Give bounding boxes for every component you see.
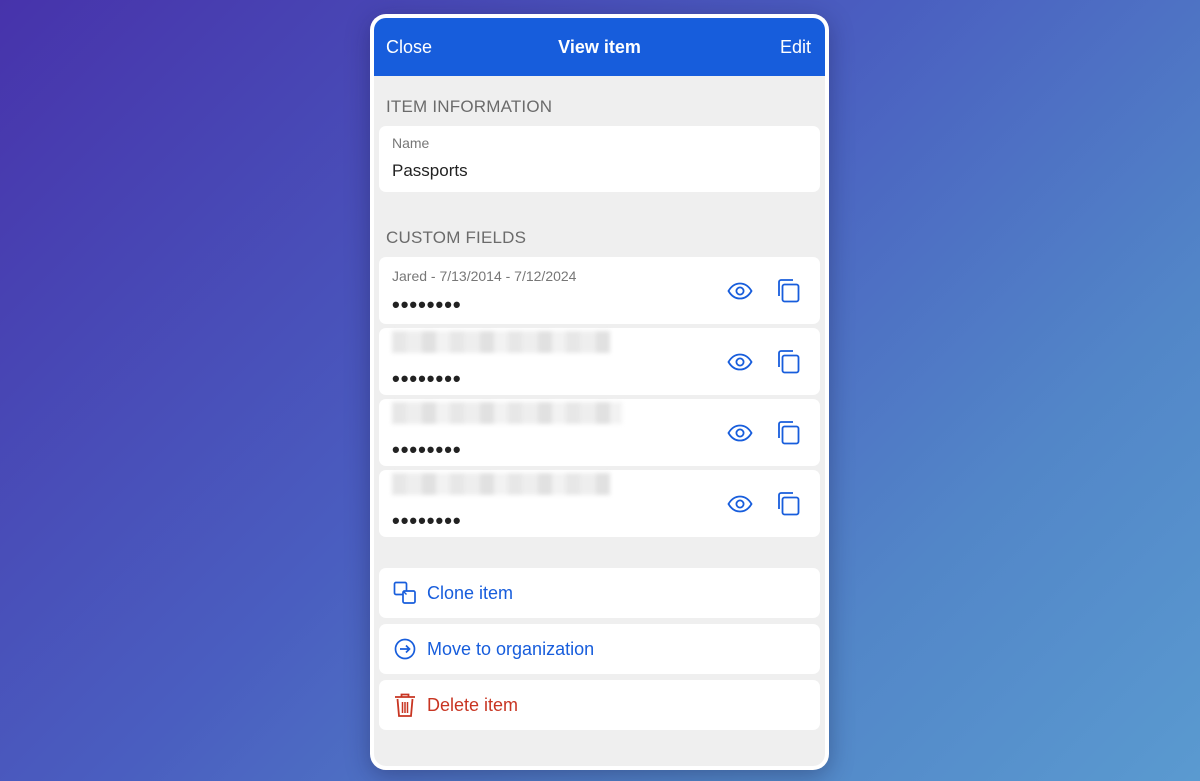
close-button[interactable]: Close bbox=[386, 37, 432, 58]
item-information-heading: ITEM INFORMATION bbox=[386, 97, 553, 116]
copy-icon[interactable] bbox=[775, 349, 801, 375]
edit-button[interactable]: Edit bbox=[780, 37, 811, 58]
delete-item-button[interactable]: Delete item bbox=[379, 680, 820, 730]
redacted-field-label bbox=[392, 331, 610, 353]
eye-icon[interactable] bbox=[727, 495, 753, 513]
clone-item-label: Clone item bbox=[427, 582, 514, 603]
custom-field-hidden-value: •••••••• bbox=[392, 437, 462, 462]
phone-frame: Close View item Edit ITEM INFORMATION Na… bbox=[370, 14, 829, 770]
delete-item-label: Delete item bbox=[427, 694, 519, 715]
redacted-field-label bbox=[392, 402, 622, 424]
view-item-screen: Close View item Edit ITEM INFORMATION Na… bbox=[374, 18, 825, 766]
custom-field-hidden-value: •••••••• bbox=[392, 366, 462, 391]
arrow-circle-right-icon bbox=[393, 637, 417, 661]
custom-field-row: Jared - 7/13/2014 - 7/12/2024 •••••••• bbox=[379, 257, 820, 324]
redacted-field-label bbox=[392, 473, 610, 495]
clone-item-button[interactable]: Clone item bbox=[379, 568, 820, 618]
custom-fields-heading: CUSTOM FIELDS bbox=[386, 228, 527, 247]
eye-icon[interactable] bbox=[727, 282, 753, 300]
name-field-label: Name bbox=[392, 135, 430, 151]
custom-field-row: •••••••• bbox=[379, 328, 820, 395]
move-to-organization-button[interactable]: Move to organization bbox=[379, 624, 820, 674]
custom-field-row: •••••••• bbox=[379, 470, 820, 537]
eye-icon[interactable] bbox=[727, 424, 753, 442]
custom-field-hidden-value: •••••••• bbox=[392, 291, 462, 317]
custom-field-row: •••••••• bbox=[379, 399, 820, 466]
copy-icon[interactable] bbox=[775, 278, 801, 304]
page-title: View item bbox=[558, 36, 641, 57]
clone-icon bbox=[393, 581, 417, 605]
trash-icon bbox=[393, 692, 417, 718]
eye-icon[interactable] bbox=[727, 353, 753, 371]
custom-field-hidden-value: •••••••• bbox=[392, 508, 462, 533]
name-field-card: Name Passports bbox=[379, 126, 820, 192]
copy-icon[interactable] bbox=[775, 491, 801, 517]
app-header: Close View item Edit bbox=[374, 18, 825, 76]
name-field-value: Passports bbox=[392, 161, 468, 180]
copy-icon[interactable] bbox=[775, 420, 801, 446]
custom-field-label: Jared - 7/13/2014 - 7/12/2024 bbox=[392, 267, 577, 284]
move-to-organization-label: Move to organization bbox=[427, 638, 595, 659]
